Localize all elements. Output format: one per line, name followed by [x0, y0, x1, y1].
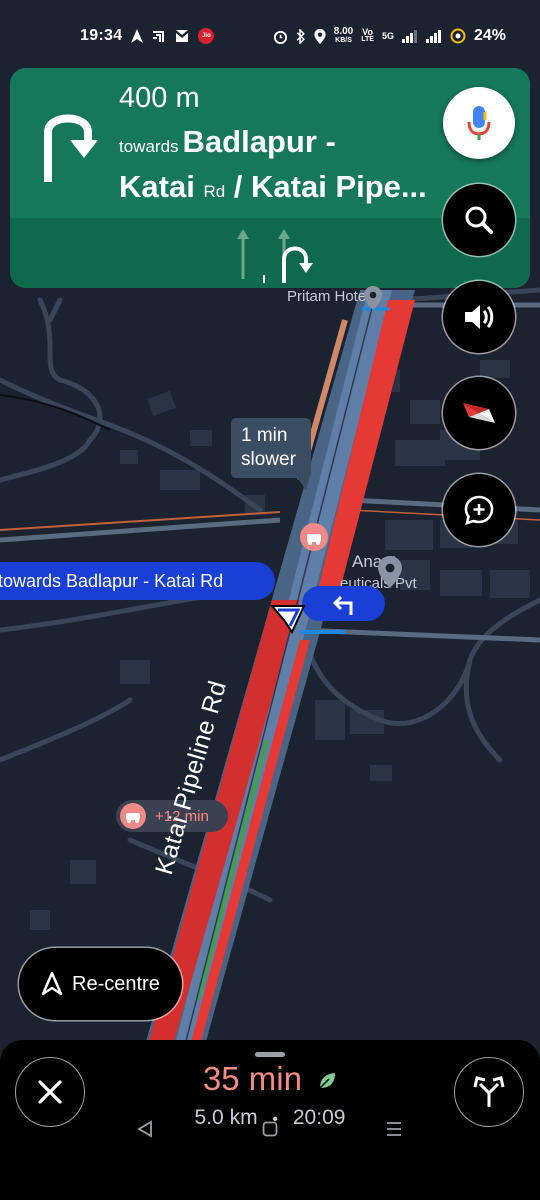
jio-icon: Jio — [198, 28, 215, 44]
status-time: 19:34 — [80, 27, 123, 44]
sheet-drag-handle[interactable] — [255, 1052, 285, 1057]
recentre-button[interactable]: Re-centre — [19, 948, 182, 1020]
callout-line1: 1 min — [241, 425, 288, 446]
destination-rd: Rd — [203, 182, 226, 201]
status-bar: 19:34 Jio 8.00 KB/S Vo LTE 5G 24% — [0, 0, 540, 72]
battery-level: 24% — [473, 27, 506, 44]
towards-label: towards — [119, 137, 179, 156]
mail-app-icon — [176, 30, 189, 42]
volume-icon — [465, 305, 494, 329]
route-fork-icon — [473, 1076, 505, 1107]
navigation-arrow-icon — [131, 29, 144, 43]
compass-button[interactable] — [443, 377, 515, 449]
home-icon[interactable] — [262, 1121, 278, 1137]
back-icon[interactable] — [137, 1120, 153, 1138]
poi-pritam-hotel[interactable]: Pritam Hotel — [287, 288, 370, 305]
recentre-label: Re-centre — [72, 972, 160, 995]
turn-destination-line1: towards Badlapur - — [119, 124, 336, 160]
location-icon — [314, 28, 326, 44]
turn-destination-line2: Katai Rd / Katai Pipe... — [119, 169, 427, 205]
traffic-incident-icon[interactable] — [300, 523, 328, 551]
destination-text-2b: / Katai Pipe... — [233, 169, 427, 204]
compass-icon — [463, 403, 495, 423]
battery-saver-icon — [450, 28, 466, 44]
network-type: 5G — [381, 31, 394, 41]
route-direction-banner: towards Badlapur - Katai Rd — [0, 562, 275, 600]
alternate-routes-button[interactable] — [454, 1057, 524, 1127]
callout-pointer-icon — [296, 476, 310, 490]
app-notification-icon — [153, 31, 165, 42]
u-turn-right-icon — [44, 114, 98, 182]
add-report-icon — [464, 495, 494, 525]
microphone-icon — [467, 106, 491, 140]
search-icon — [465, 206, 493, 234]
current-location-arrow-icon — [269, 605, 306, 635]
net-speed: 8.00 KB/S — [333, 26, 354, 45]
voice-search-button[interactable] — [443, 87, 515, 159]
alarm-icon — [273, 30, 287, 44]
destination-text-2a: Katai — [119, 169, 195, 204]
report-button[interactable] — [443, 474, 515, 546]
turn-distance: 400 m — [119, 82, 200, 114]
destination-text-1: Badlapur - — [182, 124, 336, 159]
traffic-car-icon — [120, 803, 146, 829]
callout-line2: slower — [241, 449, 296, 470]
recent-apps-icon[interactable] — [386, 1122, 402, 1136]
bluetooth-icon — [296, 28, 305, 44]
arrival-time: 20:09 — [292, 1106, 346, 1129]
trip-distance: 5.0 km — [194, 1106, 258, 1129]
pritam-pin-icon[interactable] — [364, 286, 382, 310]
eco-leaf-icon — [319, 1073, 336, 1089]
sound-button[interactable] — [443, 281, 515, 353]
alt-route-callout[interactable]: 1 min slower — [231, 418, 311, 478]
signal-icon-1 — [401, 30, 417, 43]
turn-left-pill — [302, 586, 385, 621]
signal-icon-2 — [425, 30, 441, 43]
volte-indicator: Vo LTE — [361, 27, 374, 44]
trip-summary-sheet[interactable]: 35 min 5.0 km • 20:09 — [0, 1040, 540, 1200]
search-button[interactable] — [443, 184, 515, 256]
anant-pin-icon[interactable] — [378, 556, 402, 588]
lane-arrows-icon — [237, 229, 313, 283]
navigation-arrow-icon — [41, 971, 63, 996]
turn-left-arrow-icon — [332, 595, 352, 615]
